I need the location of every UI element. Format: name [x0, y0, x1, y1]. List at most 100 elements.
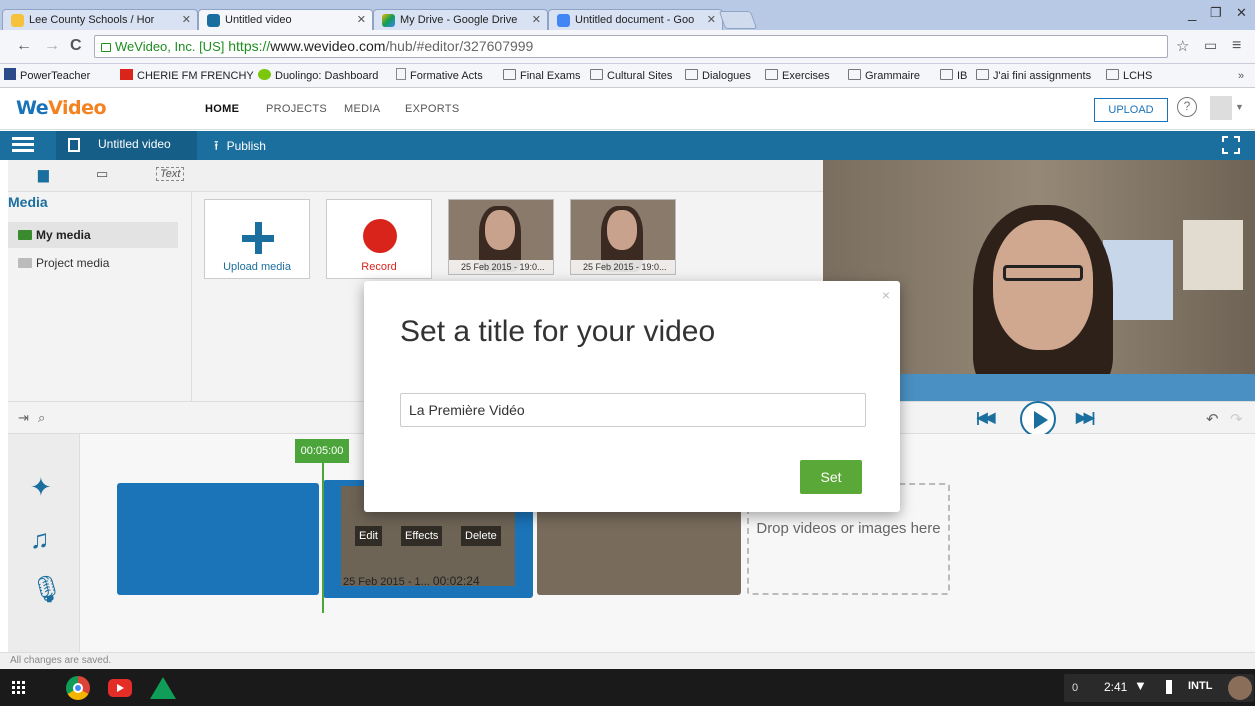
magic-wand-icon[interactable]: ✦: [30, 472, 52, 503]
upload-media-card[interactable]: Upload media: [204, 199, 310, 279]
dialog-title: Set a title for your video: [400, 315, 716, 348]
media-library-tab-icon[interactable]: ▆: [38, 166, 49, 183]
publish-label: Publish: [226, 139, 266, 153]
nav-media[interactable]: MEDIA: [344, 103, 380, 115]
bookmark-cultural-sites[interactable]: Cultural Sites: [590, 68, 672, 84]
url-path: /hub/#editor/327607999: [385, 38, 534, 54]
zoom-icon[interactable]: ⌕: [38, 410, 45, 426]
hamburger-menu-icon[interactable]: [12, 137, 34, 153]
thumbnail-face: [485, 210, 515, 250]
chrome-menu-icon[interactable]: ≡: [1232, 37, 1241, 55]
bookmark-grammaire[interactable]: Grammaire: [848, 68, 920, 84]
back-arrow-icon[interactable]: ←: [16, 37, 32, 55]
bookmark-formative-acts[interactable]: Formative Acts: [396, 68, 483, 84]
reload-icon[interactable]: C: [70, 37, 82, 55]
playhead-time[interactable]: 00:05:00: [295, 439, 349, 463]
nav-projects[interactable]: PROJECTS: [266, 103, 327, 115]
tab-untitled-video[interactable]: Untitled video ✕: [198, 9, 373, 31]
bookmark-ib[interactable]: IB: [940, 68, 967, 84]
music-note-icon[interactable]: ♫: [30, 524, 50, 555]
bookmark-cherie-fm[interactable]: CHERIE FM FRENCHY: [120, 68, 254, 84]
upload-button[interactable]: UPLOAD: [1094, 98, 1168, 122]
preview-face: [993, 220, 1093, 350]
wevideo-favicon-icon: [207, 14, 220, 27]
clip-edit-button[interactable]: Edit: [355, 526, 382, 546]
bookmarks-overflow-icon[interactable]: »: [1238, 68, 1244, 84]
bookmarks-bar: PowerTeacher CHERIE FM FRENCHY Duolingo:…: [0, 64, 1255, 88]
skip-forward-icon[interactable]: ▶▶|: [1076, 409, 1096, 426]
record-label: Record: [361, 261, 397, 273]
user-avatar[interactable]: [1210, 96, 1232, 120]
fit-timeline-icon[interactable]: ⇥: [18, 410, 29, 426]
bookmark-jai-fini[interactable]: J'ai fini assignments: [976, 68, 1091, 84]
media-source-project-media[interactable]: Project media: [8, 250, 178, 276]
youtube-icon[interactable]: [108, 679, 132, 697]
fullscreen-icon[interactable]: [1222, 136, 1240, 154]
bookmark-lchs[interactable]: LCHS: [1106, 68, 1152, 84]
record-card[interactable]: Record: [326, 199, 432, 279]
notification-count[interactable]: 0: [1064, 676, 1086, 700]
tab-google-drive[interactable]: My Drive - Google Drive ✕: [373, 9, 548, 31]
url-host: www.wevideo.com: [270, 38, 386, 54]
folder-icon: [976, 69, 989, 80]
wevideo-logo[interactable]: WeVideo: [16, 97, 107, 119]
window-close-button[interactable]: ✕: [1236, 5, 1247, 21]
bookmark-exercises[interactable]: Exercises: [765, 68, 830, 84]
media-source-my-media[interactable]: My media: [8, 222, 178, 248]
video-title-input[interactable]: [400, 393, 866, 427]
transitions-tab-icon[interactable]: ▭: [96, 166, 108, 182]
play-icon: [1034, 411, 1048, 429]
ev-certificate-label: WeVideo, Inc. [US]: [115, 39, 225, 54]
playhead-line[interactable]: [322, 463, 324, 613]
tab-close-icon[interactable]: ✕: [182, 10, 191, 30]
close-icon[interactable]: ×: [882, 287, 890, 303]
google-drive-icon[interactable]: [150, 677, 176, 699]
nav-exports[interactable]: EXPORTS: [405, 103, 459, 115]
redo-icon[interactable]: ↷: [1230, 410, 1243, 428]
tab-lee-county-schools[interactable]: Lee County Schools / Hor ✕: [2, 9, 198, 31]
clip-effects-button[interactable]: Effects: [401, 526, 443, 546]
undo-icon[interactable]: ↶: [1206, 410, 1219, 428]
new-tab-button[interactable]: [718, 11, 758, 29]
clip-duration: 00:02:24: [432, 574, 480, 588]
skip-back-icon[interactable]: |◀◀: [976, 409, 996, 426]
clip-delete-button[interactable]: Delete: [461, 526, 501, 546]
restore-button[interactable]: ❐: [1210, 5, 1222, 21]
bookmark-dialogues[interactable]: Dialogues: [685, 68, 751, 84]
set-title-dialog: × Set a title for your video Set: [364, 281, 900, 512]
address-bar[interactable]: WeVideo, Inc. [US] https://www.wevideo.c…: [94, 35, 1168, 58]
preview-glasses: [1003, 265, 1083, 281]
forward-arrow-icon[interactable]: →: [44, 37, 60, 55]
play-button[interactable]: [1020, 401, 1056, 437]
tab-close-icon[interactable]: ✕: [707, 10, 716, 30]
bookmark-star-icon[interactable]: ☆: [1176, 37, 1189, 55]
text-tab[interactable]: Text: [156, 167, 185, 181]
preview-poster: [1183, 220, 1243, 290]
tab-google-doc[interactable]: Untitled document - Goo ✕: [548, 9, 723, 31]
app-launcher-icon[interactable]: [12, 681, 26, 695]
editor-toolbar: Untitled video ⭱ Publish: [0, 131, 1255, 160]
bookmark-label: Final Exams: [520, 70, 581, 82]
folder-icon: [940, 69, 953, 80]
media-thumbnail[interactable]: 25 Feb 2015 - 19:0...: [448, 199, 554, 275]
media-source-label: Project media: [36, 256, 110, 270]
tab-close-icon[interactable]: ✕: [532, 10, 541, 30]
media-thumbnail-label: 25 Feb 2015 - 19:0...: [571, 260, 675, 274]
microphone-icon[interactable]: 🎙: [30, 574, 63, 605]
cast-icon[interactable]: ▭: [1204, 37, 1217, 54]
chevron-down-icon[interactable]: ▼: [1235, 102, 1244, 112]
tab-close-icon[interactable]: ✕: [357, 10, 366, 30]
bookmark-duolingo[interactable]: Duolingo: Dashboard: [258, 68, 378, 84]
publish-button[interactable]: ⭱ Publish: [214, 137, 266, 159]
timeline-clip-title[interactable]: [117, 483, 319, 595]
nav-home[interactable]: HOME: [205, 103, 239, 115]
status-tray[interactable]: [1064, 674, 1254, 702]
project-tab[interactable]: Untitled video: [56, 131, 197, 160]
bookmark-final-exams[interactable]: Final Exams: [503, 68, 581, 84]
media-thumbnail[interactable]: 25 Feb 2015 - 19:0...: [570, 199, 676, 275]
minimize-button[interactable]: _: [1188, 5, 1196, 22]
bookmark-powerteacher[interactable]: PowerTeacher: [4, 68, 90, 84]
set-button[interactable]: Set: [800, 460, 862, 494]
chrome-icon[interactable]: [66, 676, 90, 700]
help-icon[interactable]: ?: [1177, 97, 1197, 117]
